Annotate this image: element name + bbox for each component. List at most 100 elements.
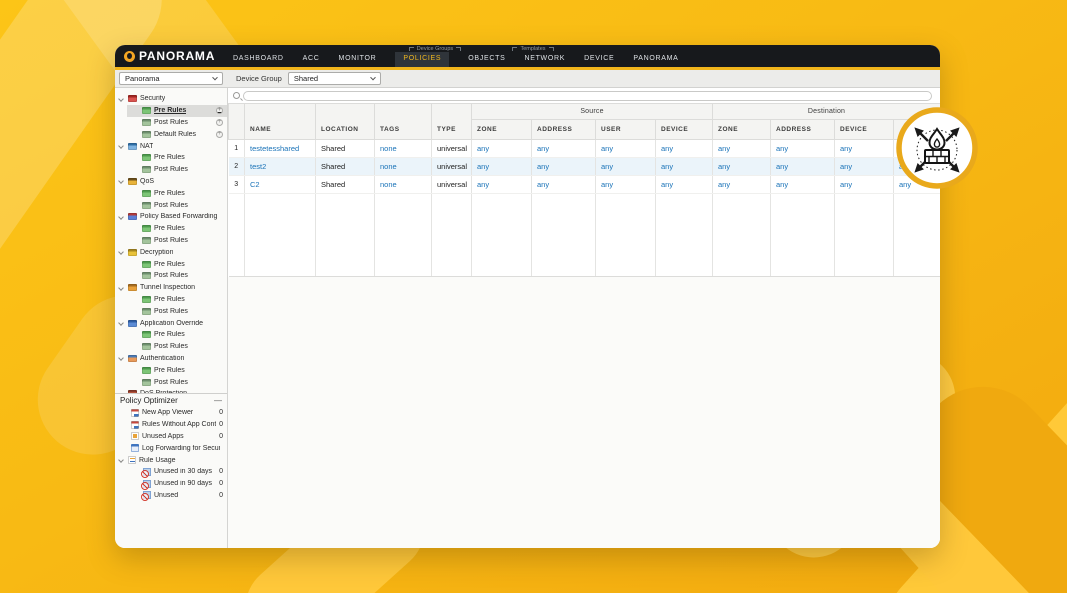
col-header-source-address[interactable]: ADDRESS (531, 119, 596, 140)
tab-device[interactable]: DEVICE (584, 52, 614, 67)
col-header-source-zone[interactable]: ZONE (471, 119, 532, 140)
any-link[interactable]: any (537, 180, 549, 189)
any-link[interactable]: any (477, 162, 489, 171)
col-header-destination-zone[interactable]: ZONE (712, 119, 772, 140)
tree-item-tunnel-inspection-pre-rules[interactable]: Pre Rules (115, 294, 227, 306)
col-header-location[interactable]: LOCATION (315, 103, 375, 140)
tab-dashboard[interactable]: DASHBOARD (233, 52, 284, 67)
tree-item-authentication-post-rules[interactable]: Post Rules (115, 376, 227, 388)
tree-item-authentication-pre-rules[interactable]: Pre Rules (115, 364, 227, 376)
tree-section-security[interactable]: Security (115, 93, 227, 105)
po-item-log-forwarding-for-security-ser[interactable]: Log Forwarding for Security Ser (115, 442, 227, 454)
tree-section-application-override[interactable]: Application Override (115, 317, 227, 329)
any-link[interactable]: any (840, 180, 852, 189)
tree-section-label: Application Override (140, 319, 204, 327)
pre-icon (142, 107, 151, 115)
any-link[interactable]: any (718, 144, 730, 153)
any-link[interactable]: any (840, 144, 852, 153)
any-link[interactable]: any (718, 180, 730, 189)
any-link[interactable]: any (840, 162, 852, 171)
tree-item-qos-pre-rules[interactable]: Pre Rules (115, 187, 227, 199)
any-link[interactable]: any (776, 162, 788, 171)
any-link[interactable]: any (661, 162, 673, 171)
tab-acc[interactable]: ACC (303, 52, 320, 67)
tree-item-tunnel-inspection-post-rules[interactable]: Post Rules (115, 305, 227, 317)
tree-item-nat-pre-rules[interactable]: Pre Rules (115, 152, 227, 164)
tree-item-security-post-rules[interactable]: Post Rules + (115, 117, 227, 129)
col-header-destination-address[interactable]: ADDRESS (770, 119, 836, 140)
rule-name-link[interactable]: test2 (250, 162, 266, 171)
post-icon (142, 378, 151, 386)
po-item-label: Unused in 90 days (154, 480, 212, 488)
any-link[interactable]: any (661, 180, 673, 189)
tree-section-authentication[interactable]: Authentication (115, 353, 227, 365)
any-link[interactable]: any (661, 144, 673, 153)
tab-policies[interactable]: POLICIES (395, 51, 450, 67)
tree-section-policy-based-forwarding[interactable]: Policy Based Forwarding (115, 211, 227, 223)
tree-item-qos-post-rules[interactable]: Post Rules (115, 199, 227, 211)
col-header-source-user[interactable]: USER (595, 119, 656, 140)
tab-objects[interactable]: OBJECTS (468, 52, 505, 67)
tree-section-qos[interactable]: QoS (115, 176, 227, 188)
po-item-unused-in-30-days[interactable]: Unused in 30 days 0 (115, 466, 227, 478)
search-input[interactable] (243, 90, 932, 101)
tab-panorama[interactable]: PANORAMA (633, 52, 678, 67)
po-item-rule-usage[interactable]: Rule Usage (115, 454, 227, 466)
any-link[interactable]: any (718, 162, 730, 171)
po-item-unused-apps[interactable]: Unused Apps 0 (115, 431, 227, 443)
po-item-new-app-viewer[interactable]: New App Viewer 0 (115, 407, 227, 419)
tab-network[interactable]: NETWORK (524, 52, 565, 67)
col-header-type[interactable]: TYPE (431, 103, 472, 140)
rule-name-link[interactable]: testetesshared (250, 144, 299, 153)
col-header-name[interactable]: NAME (244, 103, 316, 140)
post-icon (142, 272, 151, 280)
tree-item-label: Pre Rules (154, 107, 187, 115)
tree-item-policy-based-forwarding-pre-rules[interactable]: Pre Rules (115, 223, 227, 235)
col-header-source-device[interactable]: DEVICE (654, 119, 714, 140)
tree-item-application-override-post-rules[interactable]: Post Rules (115, 341, 227, 353)
po-item-unused[interactable]: Unused 0 (115, 490, 227, 502)
tree-item-security-pre-rules[interactable]: Pre Rules + (127, 104, 227, 117)
any-link[interactable]: any (477, 144, 489, 153)
any-link[interactable]: any (776, 180, 788, 189)
any-link[interactable]: any (601, 180, 613, 189)
add-rule-icon[interactable]: + (216, 107, 223, 115)
po-item-unused-in-90-days[interactable]: Unused in 90 days 0 (115, 478, 227, 490)
rule-tags-link[interactable]: none (380, 180, 397, 189)
tab-monitor[interactable]: MONITOR (339, 52, 377, 67)
context-select[interactable]: Panorama (119, 72, 223, 85)
tree-item-policy-based-forwarding-post-rules[interactable]: Post Rules (115, 235, 227, 247)
table-empty-area (228, 277, 940, 548)
any-link[interactable]: any (477, 180, 489, 189)
tree-section-tunnel-inspection[interactable]: Tunnel Inspection (115, 282, 227, 294)
rule-tags-link[interactable]: none (380, 144, 397, 153)
collapse-icon[interactable]: — (214, 396, 222, 405)
tree-item-decryption-pre-rules[interactable]: Pre Rules (115, 258, 227, 270)
col-header-destination-device[interactable]: DEVICE (834, 119, 895, 140)
tree-item-nat-post-rules[interactable]: Post Rules (115, 164, 227, 176)
any-link[interactable]: any (601, 162, 613, 171)
page-background: PANORAMA DASHBOARD ACC MONITOR POLICIES OBJE… (0, 0, 1067, 593)
add-rule-icon[interactable]: + (216, 118, 223, 126)
tree-item-application-override-pre-rules[interactable]: Pre Rules (115, 329, 227, 341)
po-item-rules-without-app-controls[interactable]: Rules Without App Controls0 (115, 419, 227, 431)
tree-section-label: Authentication (140, 354, 185, 362)
add-rule-icon[interactable]: + (216, 130, 223, 138)
device-groups-bracket-label: Device Groups (383, 46, 487, 52)
any-link[interactable]: any (537, 144, 549, 153)
tree-item-decryption-post-rules[interactable]: Post Rules (115, 270, 227, 282)
tree-section-decryption[interactable]: Decryption (115, 246, 227, 258)
device-group-select[interactable]: Shared (287, 72, 381, 85)
pre-icon (142, 295, 151, 303)
pre-icon (142, 225, 151, 233)
unused-apps-icon (131, 432, 139, 441)
col-header-tags[interactable]: TAGS (374, 103, 432, 140)
any-link[interactable]: any (776, 144, 788, 153)
rule-tags-link[interactable]: none (380, 162, 397, 171)
table-filler-cell (531, 193, 596, 277)
any-link[interactable]: any (601, 144, 613, 153)
rule-name-link[interactable]: C2 (250, 180, 260, 189)
any-link[interactable]: any (537, 162, 549, 171)
tree-item-security-default-rules[interactable]: Default Rules + (115, 128, 227, 140)
tree-section-nat[interactable]: NAT (115, 140, 227, 152)
